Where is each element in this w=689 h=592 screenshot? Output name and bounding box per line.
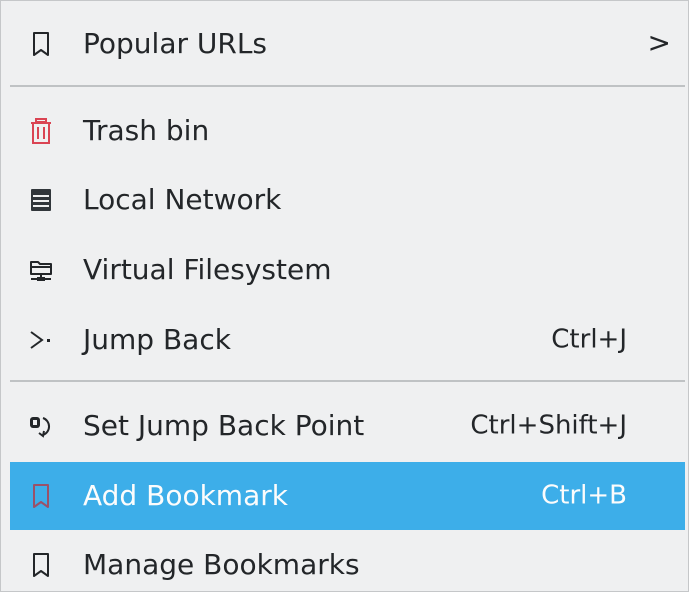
menu-item-manage-bookmarks[interactable]: Manage Bookmarks xyxy=(10,531,685,592)
menu-item-shortcut: Ctrl+B xyxy=(541,480,627,511)
jump-back-icon xyxy=(28,327,54,353)
menu-separator xyxy=(10,85,685,87)
menu-item-local-network[interactable]: Local Network xyxy=(10,166,685,234)
menu-separator xyxy=(10,380,685,382)
menu-item-jump-back[interactable]: Jump Back Ctrl+J xyxy=(10,306,685,374)
menu-item-popular-urls[interactable]: Popular URLs > xyxy=(10,10,685,78)
menu-item-label: Virtual Filesystem xyxy=(83,252,332,286)
bookmark-add-icon xyxy=(28,483,54,509)
menu-item-label: Local Network xyxy=(83,182,282,216)
popup-menu: Popular URLs > Trash bin Local Network V… xyxy=(0,0,689,592)
menu-item-shortcut: Ctrl+J xyxy=(551,324,627,355)
virtual-filesystem-icon xyxy=(28,257,54,283)
bookmark-icon xyxy=(28,31,54,57)
menu-item-label: Add Bookmark xyxy=(83,478,288,512)
bookmark-manage-icon xyxy=(28,552,54,578)
menu-item-label: Set Jump Back Point xyxy=(83,408,365,442)
menu-item-label: Popular URLs xyxy=(83,26,268,60)
menu-item-label: Trash bin xyxy=(83,113,210,147)
menu-item-shortcut: Ctrl+Shift+J xyxy=(470,410,627,441)
menu-item-label: Manage Bookmarks xyxy=(83,547,360,581)
menu-item-virtual-filesystem[interactable]: Virtual Filesystem xyxy=(10,236,685,304)
menu-item-set-jump-back-point[interactable]: Set Jump Back Point Ctrl+Shift+J xyxy=(10,392,685,460)
network-server-icon xyxy=(28,187,54,213)
set-jump-back-icon xyxy=(28,413,54,439)
trash-icon xyxy=(28,118,54,144)
menu-item-label: Jump Back xyxy=(83,322,231,356)
menu-item-trash-bin[interactable]: Trash bin xyxy=(10,97,685,165)
submenu-arrow-icon: > xyxy=(647,26,671,60)
menu-item-add-bookmark[interactable]: Add Bookmark Ctrl+B xyxy=(10,462,685,530)
